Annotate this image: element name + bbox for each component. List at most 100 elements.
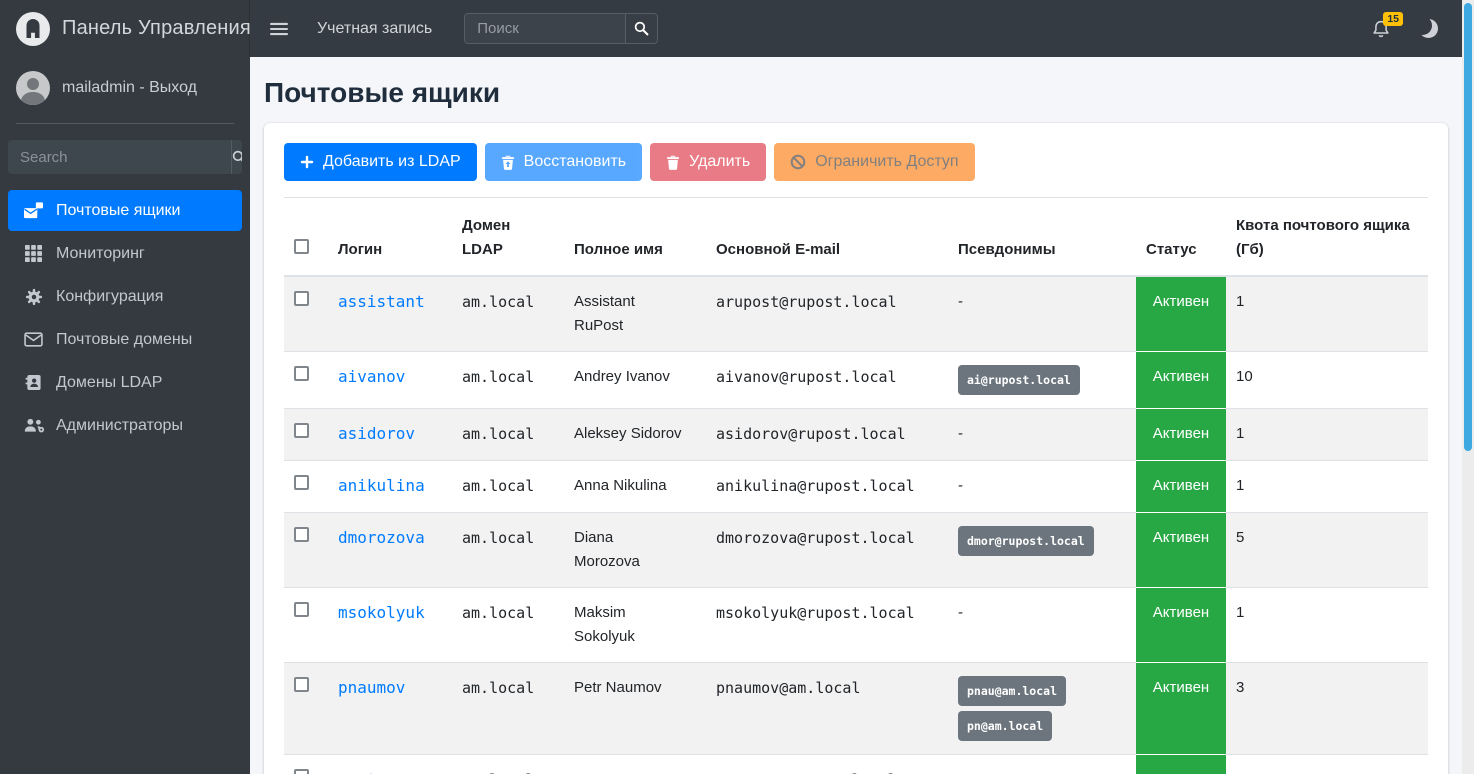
ldap-domain-cell: am.local bbox=[452, 662, 564, 755]
table-row: pnaumov am.local Petr Naumov pnaumov@am.loc… bbox=[284, 662, 1428, 755]
alias-badge: pn@am.local bbox=[958, 711, 1053, 741]
email-cell: anikulina@rupost.local bbox=[706, 460, 948, 513]
email-cell: arupost@rupost.local bbox=[706, 275, 948, 352]
grid-icon bbox=[20, 245, 47, 262]
status-badge: Активен bbox=[1136, 460, 1226, 513]
table-row: msokolyuk am.local Maksim Sokolyuk msokolyu… bbox=[284, 587, 1428, 663]
ldap-domain-cell: am.local bbox=[452, 754, 564, 774]
login-link[interactable]: msokolyuk bbox=[338, 603, 425, 622]
alias-badge: ai@rupost.local bbox=[958, 365, 1080, 395]
ban-icon bbox=[790, 154, 806, 170]
status-badge: Активен bbox=[1136, 754, 1226, 774]
login-link[interactable]: aivanov bbox=[338, 367, 405, 386]
gear-icon bbox=[20, 288, 47, 306]
sidebar-search-input[interactable] bbox=[8, 140, 231, 174]
login-link[interactable]: anikulina bbox=[338, 476, 425, 495]
quota-cell: 1 bbox=[1226, 587, 1428, 663]
mailboxes-card: Добавить из LDAP Восстановить Удалить Ог… bbox=[264, 123, 1448, 774]
table-row: dmorozova am.local Diana Morozova dmorozova… bbox=[284, 512, 1428, 588]
quota-cell: 2 bbox=[1226, 754, 1428, 774]
row-checkbox[interactable] bbox=[294, 677, 309, 692]
login-link[interactable]: assistant bbox=[338, 292, 425, 311]
login-cell: spetrov bbox=[328, 754, 452, 774]
button-label: Удалить bbox=[689, 153, 751, 170]
login-link[interactable]: asidorov bbox=[338, 424, 415, 443]
button-label: Ограничить Доступ bbox=[815, 153, 959, 170]
row-checkbox-cell bbox=[284, 512, 328, 588]
quota-cell: 5 bbox=[1226, 512, 1428, 588]
restrict-access-button[interactable]: Ограничить Доступ bbox=[774, 143, 975, 181]
sidebar-item-mailboxes[interactable]: Почтовые ящики bbox=[8, 190, 242, 231]
sidebar-item-configuration[interactable]: Конфигурация bbox=[8, 276, 242, 317]
status-badge: Активен bbox=[1136, 662, 1226, 755]
page-scrollbar[interactable] bbox=[1462, 0, 1474, 774]
quota-cell: 1 bbox=[1226, 408, 1428, 461]
select-all-checkbox[interactable] bbox=[294, 239, 309, 254]
notifications-button[interactable]: 15 bbox=[1371, 11, 1403, 39]
add-from-ldap-button[interactable]: Добавить из LDAP bbox=[284, 143, 477, 181]
search-icon bbox=[232, 150, 242, 165]
delete-button[interactable]: Удалить bbox=[650, 143, 767, 181]
ldap-domain-cell: am.local bbox=[452, 587, 564, 663]
sidebar-item-label: Почтовые ящики bbox=[56, 202, 181, 219]
menu-toggle-button[interactable] bbox=[250, 0, 303, 57]
row-checkbox[interactable] bbox=[294, 475, 309, 490]
alias-badge: pnau@am.local bbox=[958, 676, 1067, 706]
brand-title: Панель Управления bbox=[62, 17, 251, 39]
bars-icon bbox=[270, 20, 288, 38]
row-checkbox-cell bbox=[284, 754, 328, 774]
aliases-cell: - bbox=[948, 587, 1136, 663]
row-checkbox[interactable] bbox=[294, 527, 309, 542]
page-scrollbar-thumb[interactable] bbox=[1464, 3, 1472, 451]
dark-mode-toggle[interactable] bbox=[1419, 19, 1438, 38]
email-cell: pnaumov@am.local bbox=[706, 662, 948, 755]
row-checkbox[interactable] bbox=[294, 366, 309, 381]
full-name-cell: Aleksey Sidorov bbox=[564, 408, 706, 461]
row-checkbox[interactable] bbox=[294, 602, 309, 617]
navbar-search bbox=[464, 13, 659, 44]
sidebar-item-label: Домены LDAP bbox=[56, 374, 163, 391]
aliases-cell: - bbox=[948, 408, 1136, 461]
sidebar-item-monitoring[interactable]: Мониторинг bbox=[8, 233, 242, 274]
row-checkbox-cell bbox=[284, 275, 328, 352]
navbar-search-input[interactable] bbox=[465, 14, 626, 43]
mail-bulk-icon bbox=[20, 201, 47, 220]
column-header-email: Основной E-mail bbox=[706, 197, 948, 277]
quota-cell: 1 bbox=[1226, 275, 1428, 352]
row-checkbox-cell bbox=[284, 662, 328, 755]
row-checkbox[interactable] bbox=[294, 423, 309, 438]
login-link[interactable]: dmorozova bbox=[338, 528, 425, 547]
button-label: Восстановить bbox=[523, 153, 627, 170]
sidebar-item-administrators[interactable]: Администраторы bbox=[8, 405, 242, 446]
row-checkbox[interactable] bbox=[294, 769, 309, 774]
aliases-cell: dmor@rupost.local bbox=[948, 512, 1136, 588]
user-logout-link[interactable]: mailadmin - Выход bbox=[62, 79, 197, 97]
login-cell: assistant bbox=[328, 275, 452, 352]
sidebar-item-mail-domains[interactable]: Почтовые домены bbox=[8, 319, 242, 360]
row-checkbox[interactable] bbox=[294, 291, 309, 306]
sidebar-search-button[interactable] bbox=[231, 140, 242, 174]
email-cell: dmorozova@rupost.local bbox=[706, 512, 948, 588]
login-link[interactable]: spetrov bbox=[338, 770, 405, 774]
navbar-search-button[interactable] bbox=[625, 14, 658, 43]
row-checkbox-cell bbox=[284, 408, 328, 461]
mailbox-table-body: assistant am.local Assistant RuPost arupost… bbox=[284, 275, 1428, 774]
sidebar: mailadmin - Выход Почтовые ящики Монитор… bbox=[0, 57, 250, 774]
table-row: aivanov am.local Andrey Ivanov aivanov@rupo… bbox=[284, 351, 1428, 409]
brand[interactable]: Панель Управления bbox=[0, 0, 251, 57]
sidebar-item-ldap-domains[interactable]: Домены LDAP bbox=[8, 362, 242, 403]
navbar-right: 15 bbox=[1371, 11, 1474, 39]
ldap-domain-cell: am.local bbox=[452, 351, 564, 409]
top-navbar: Панель Управления Учетная запись 15 bbox=[0, 0, 1474, 57]
aliases-cell: - bbox=[948, 460, 1136, 513]
restore-button[interactable]: Восстановить bbox=[484, 143, 643, 181]
login-link[interactable]: pnaumov bbox=[338, 678, 405, 697]
login-cell: anikulina bbox=[328, 460, 452, 513]
email-cell: msokolyuk@rupost.local bbox=[706, 587, 948, 663]
ldap-domain-cell: am.local bbox=[452, 460, 564, 513]
alias-badge: dmor@rupost.local bbox=[958, 526, 1094, 556]
account-link[interactable]: Учетная запись bbox=[317, 20, 432, 38]
column-header-full-name: Полное имя bbox=[564, 197, 706, 277]
full-name-cell: Anna Nikulina bbox=[564, 460, 706, 513]
email-cell: asidorov@rupost.local bbox=[706, 408, 948, 461]
